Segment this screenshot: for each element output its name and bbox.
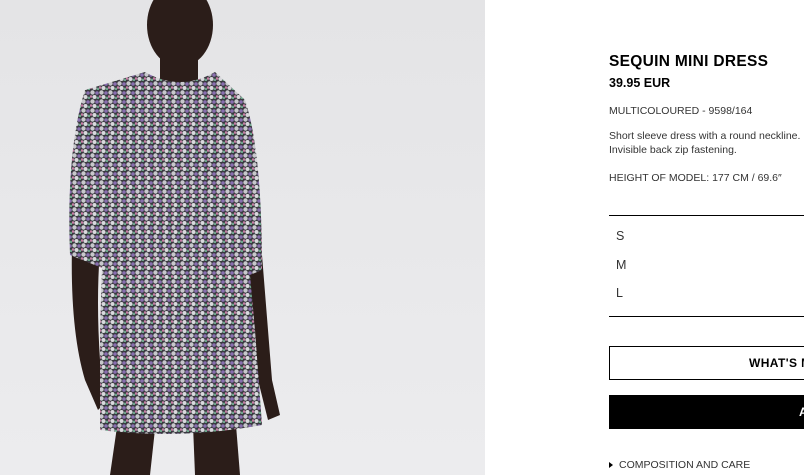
composition-and-care-link[interactable]: COMPOSITION AND CARE [609, 459, 750, 471]
add-to-cart-button[interactable]: ADD [609, 395, 804, 429]
model-height: HEIGHT OF MODEL: 177 CM / 69.6″ [609, 172, 782, 184]
size-guide-button[interactable]: WHAT'S MY SIZE? [609, 346, 804, 380]
product-color-reference: MULTICOLOURED - 9598/164 [609, 105, 753, 117]
product-details: SEQUIN MINI DRESS 39.95 EUR MULTICOLOURE… [609, 0, 804, 475]
size-selector: S M L [609, 226, 804, 312]
divider [609, 215, 804, 216]
product-name: SEQUIN MINI DRESS [609, 53, 769, 70]
product-price: 39.95 EUR [609, 76, 671, 90]
divider [609, 316, 804, 317]
composition-label: COMPOSITION AND CARE [619, 459, 751, 471]
size-option-l[interactable]: L [609, 283, 804, 312]
product-description: Short sleeve dress with a round neckline… [609, 130, 804, 156]
size-option-m[interactable]: M [609, 255, 804, 284]
caret-right-icon [609, 462, 613, 468]
size-option-s[interactable]: S [609, 226, 804, 255]
product-photo[interactable] [0, 0, 485, 475]
model-illustration [69, 0, 280, 475]
